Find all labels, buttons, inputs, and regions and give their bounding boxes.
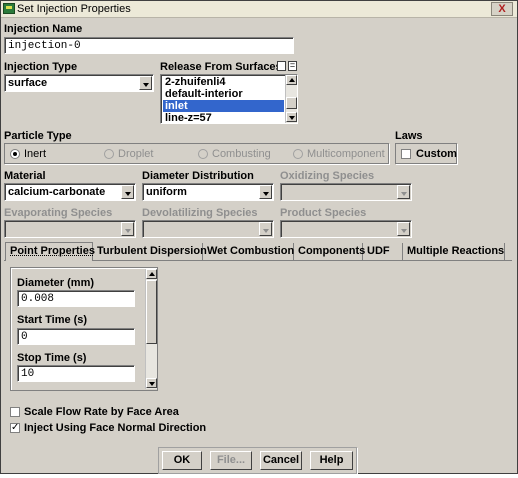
start-time-label: Start Time (s)	[17, 314, 88, 326]
injection-type-value: surface	[8, 77, 48, 89]
oxidizing-species-dropdown[interactable]	[280, 183, 412, 201]
material-value: calcium-carbonate	[8, 186, 106, 198]
list-item[interactable]: line-z=57	[163, 112, 284, 124]
chevron-down-icon[interactable]	[121, 222, 134, 236]
diameter-distribution-label: Diameter Distribution	[142, 170, 254, 182]
injection-name-input[interactable]: injection-0	[4, 37, 294, 54]
evaporating-species-dropdown[interactable]	[4, 220, 136, 238]
custom-laws-checkbox[interactable]	[401, 149, 411, 159]
point-properties-scrollbar[interactable]	[145, 269, 157, 389]
tab-multiple-reactions[interactable]: Multiple Reactions	[403, 243, 505, 261]
deselect-all-icon[interactable]: =	[288, 61, 297, 71]
diameter-label: Diameter (mm)	[17, 277, 95, 289]
injection-type-dropdown[interactable]: surface	[4, 74, 154, 92]
release-surfaces-list[interactable]: 2-zhuifenli4 default-interior inlet line…	[160, 74, 298, 124]
point-properties-panel: Diameter (mm) 0.008 Start Time (s) 0 Sto…	[10, 267, 158, 391]
title-bar[interactable]: Set Injection Properties X	[1, 1, 517, 18]
scroll-down-icon[interactable]	[286, 112, 297, 122]
diameter-input[interactable]: 0.008	[17, 290, 135, 307]
inject-normal-label: Inject Using Face Normal Direction	[24, 422, 207, 434]
radio-combusting-label: Combusting	[212, 148, 271, 160]
material-label: Material	[4, 170, 46, 182]
cancel-button[interactable]: Cancel	[260, 451, 302, 470]
stop-time-input[interactable]: 10	[17, 365, 135, 382]
chevron-down-icon[interactable]	[139, 76, 152, 90]
close-button[interactable]: X	[491, 2, 513, 16]
radio-droplet-label: Droplet	[118, 148, 154, 160]
evaporating-species-label: Evaporating Species	[4, 207, 113, 219]
product-species-label: Product Species	[280, 207, 367, 219]
chevron-down-icon[interactable]	[259, 185, 272, 199]
diameter-distribution-dropdown[interactable]: uniform	[142, 183, 274, 201]
injection-name-label: Injection Name	[4, 23, 83, 35]
ok-button[interactable]: OK	[162, 451, 202, 470]
product-species-dropdown[interactable]	[280, 220, 412, 238]
background-strip	[0, 474, 518, 478]
oxidizing-species-label: Oxidizing Species	[280, 170, 375, 182]
scroll-down-icon[interactable]	[146, 378, 157, 388]
file-button[interactable]: File...	[210, 451, 252, 470]
radio-multicomponent[interactable]	[293, 149, 303, 159]
radio-inert[interactable]	[10, 149, 20, 159]
chevron-down-icon[interactable]	[397, 185, 410, 199]
radio-combusting[interactable]	[198, 149, 208, 159]
start-time-input[interactable]: 0	[17, 328, 135, 345]
tab-wet-combustion[interactable]: Wet Combustion	[203, 243, 294, 261]
tab-components[interactable]: Components	[294, 243, 365, 261]
devolatilizing-species-label: Devolatilizing Species	[142, 207, 258, 219]
fluent-app-icon	[3, 3, 15, 14]
list-item-selected[interactable]: inlet	[163, 100, 284, 112]
window-title: Set Injection Properties	[17, 3, 131, 15]
injection-type-label: Injection Type	[4, 61, 78, 73]
tab-point-properties-label: Point Properties	[10, 245, 95, 257]
material-dropdown[interactable]: calcium-carbonate	[4, 183, 136, 201]
laws-label: Laws	[395, 130, 423, 142]
scroll-thumb[interactable]	[286, 97, 297, 109]
close-icon: X	[498, 3, 506, 15]
devolatilizing-species-dropdown[interactable]	[142, 220, 274, 238]
help-button[interactable]: Help	[310, 451, 353, 470]
diameter-distribution-value: uniform	[146, 186, 187, 198]
chevron-down-icon[interactable]	[259, 222, 272, 236]
custom-laws-label: Custom	[416, 148, 457, 160]
scroll-thumb[interactable]	[146, 280, 157, 344]
tab-point-properties[interactable]: Point Properties	[5, 242, 95, 261]
scroll-up-icon[interactable]	[146, 269, 157, 279]
release-surfaces-label: Release From Surfaces	[160, 61, 282, 73]
radio-multicomponent-label: Multicomponent	[307, 148, 385, 160]
particle-type-label: Particle Type	[4, 130, 72, 142]
tab-udf[interactable]: UDF	[363, 243, 403, 261]
scale-flow-rate-label: Scale Flow Rate by Face Area	[24, 406, 179, 418]
list-item[interactable]: 2-zhuifenli4	[163, 76, 284, 88]
scroll-up-icon[interactable]	[286, 75, 297, 85]
inject-normal-checkbox[interactable]: ✓	[10, 423, 20, 433]
select-all-icon[interactable]	[277, 61, 286, 71]
chevron-down-icon[interactable]	[121, 185, 134, 199]
scale-flow-rate-checkbox[interactable]	[10, 407, 20, 417]
stop-time-label: Stop Time (s)	[17, 352, 87, 364]
tab-turbulent-dispersion[interactable]: Turbulent Dispersion	[93, 243, 207, 261]
radio-droplet[interactable]	[104, 149, 114, 159]
chevron-down-icon[interactable]	[397, 222, 410, 236]
list-item[interactable]: default-interior	[163, 88, 284, 100]
release-surfaces-scrollbar[interactable]	[285, 75, 297, 123]
set-injection-properties-dialog: Set Injection Properties X Injection Nam…	[0, 0, 518, 474]
radio-inert-label: Inert	[24, 148, 47, 160]
